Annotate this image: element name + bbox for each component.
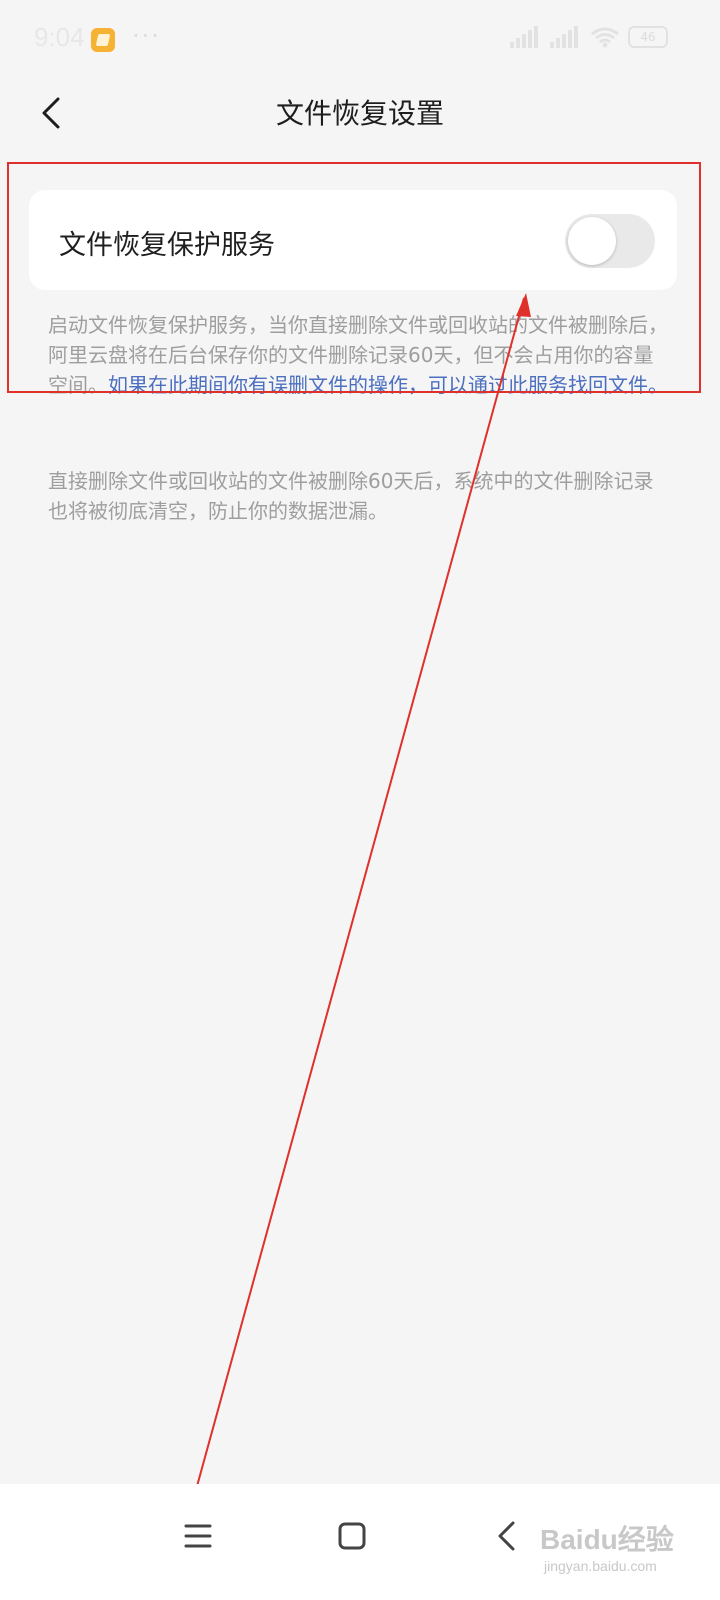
signal-icon: [510, 26, 542, 48]
battery-icon: 46: [628, 26, 668, 48]
screen: 9:04 ··· 46 文件恢复设置 文件恢复保护服务 启动文件恢复保护服务，当…: [0, 0, 720, 1600]
file-recovery-setting-card: 文件恢复保护服务: [29, 190, 677, 290]
app-notification-icon: [91, 28, 115, 52]
app-header: 文件恢复设置: [0, 84, 720, 140]
recover-files-link[interactable]: 如果在此期间你有误删文件的操作，可以通过此服务找回文件。: [108, 373, 668, 397]
system-back-button[interactable]: [476, 1506, 536, 1566]
more-notifications-icon: ···: [132, 22, 161, 50]
menu-icon: [184, 1524, 212, 1548]
retention-description: 直接删除文件或回收站的文件被删除60天后，系统中的文件删除记录也将被彻底清空，防…: [48, 469, 654, 523]
service-description: 启动文件恢复保护服务，当你直接删除文件或回收站的文件被删除后，阿里云盘将在后台保…: [48, 310, 668, 400]
status-time: 9:04: [34, 22, 85, 52]
recent-apps-button[interactable]: [168, 1506, 228, 1566]
baidu-jingyan-watermark: Baidu经验 jingyan.baidu.com: [540, 1512, 710, 1592]
home-button[interactable]: [322, 1506, 382, 1566]
home-square-icon: [338, 1522, 366, 1550]
status-bar: 9:04 ··· 46: [0, 0, 720, 84]
wifi-icon: [591, 27, 619, 48]
signal-icon: [550, 26, 582, 48]
toggle-knob: [568, 217, 616, 265]
page-title: 文件恢复设置: [275, 97, 444, 130]
back-icon: [498, 1521, 515, 1551]
file-recovery-toggle[interactable]: [565, 214, 655, 268]
setting-label: 文件恢复保护服务: [59, 230, 275, 261]
watermark-logo: Baidu经验: [540, 1524, 674, 1555]
status-indicators: 46: [510, 26, 668, 48]
watermark-url: jingyan.baidu.com: [544, 1558, 657, 1574]
